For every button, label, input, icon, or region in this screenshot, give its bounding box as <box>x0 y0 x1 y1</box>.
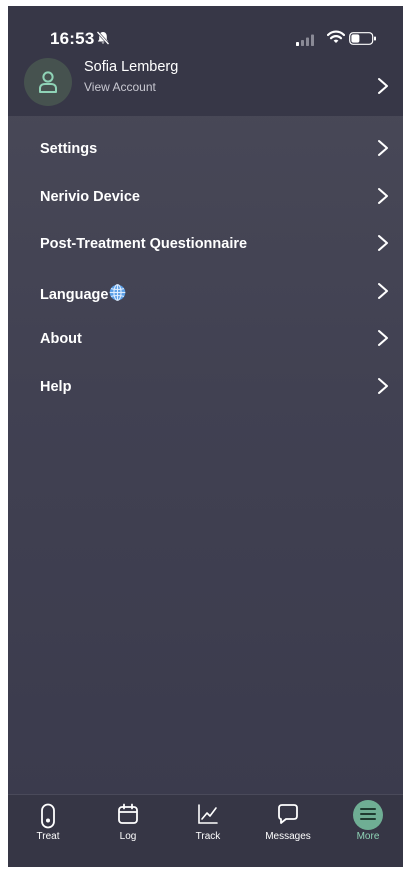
view-account-row[interactable]: Sofia Lemberg View Account <box>8 56 403 112</box>
header: 16:53 Sofia Lemberg View Account <box>8 6 403 116</box>
tab-label: More <box>356 831 380 842</box>
chevron-right-icon <box>377 234 389 257</box>
menu-item-post-treatment-questionnaire[interactable]: Post-Treatment Questionnaire <box>8 221 403 269</box>
battery-icon <box>349 32 377 50</box>
bell-slash-icon <box>95 30 111 51</box>
menu-item-nerivio-device[interactable]: Nerivio Device <box>8 174 403 222</box>
calendar-icon <box>117 803 139 830</box>
chevron-right-icon <box>377 139 389 162</box>
account-name: Sofia Lemberg <box>84 59 179 75</box>
status-time: 16:53 <box>50 29 95 48</box>
menu-item-settings[interactable]: Settings <box>8 126 403 174</box>
wifi-icon <box>326 30 346 49</box>
menu-item-label: Language <box>40 286 109 303</box>
menu-item-label: Help <box>40 378 72 395</box>
more-menu: Settings Nerivio Device Post-Treatment Q… <box>8 126 403 411</box>
chevron-right-icon <box>377 77 389 100</box>
menu-item-label: Post-Treatment Questionnaire <box>40 236 248 252</box>
app-screen: 16:53 Sofia Lemberg View Account Setting… <box>8 6 403 867</box>
tab-label: Messages <box>265 831 311 842</box>
device-icon <box>40 803 56 834</box>
menu-item-label: Settings <box>40 141 98 157</box>
tab-log[interactable]: Log <box>93 795 163 855</box>
tab-label: Treat <box>36 831 60 842</box>
tab-label: Log <box>119 831 137 842</box>
tab-track[interactable]: Track <box>173 795 243 855</box>
menu-item-help[interactable]: Help <box>8 364 403 412</box>
signal-icon <box>296 33 316 51</box>
chevron-right-icon <box>377 329 389 352</box>
tab-more[interactable]: More <box>333 795 403 855</box>
chat-bubble-icon <box>277 803 299 830</box>
tab-label: Track <box>195 831 221 842</box>
menu-lines-icon <box>360 807 376 826</box>
status-bar: 16:53 <box>8 6 403 50</box>
avatar <box>24 58 72 106</box>
chevron-right-icon <box>377 282 389 305</box>
globe-icon <box>109 283 126 305</box>
menu-item-label: Nerivio Device <box>40 188 140 205</box>
tab-bar: Treat Log Track Messages More <box>8 794 403 867</box>
chevron-right-icon <box>377 377 389 400</box>
menu-item-label: About <box>40 331 82 347</box>
view-account-link[interactable]: View Account <box>84 80 156 94</box>
tab-treat[interactable]: Treat <box>13 795 83 855</box>
menu-item-language[interactable]: Language <box>8 269 403 317</box>
tab-messages[interactable]: Messages <box>253 795 323 855</box>
menu-item-about[interactable]: About <box>8 316 403 364</box>
chart-icon <box>197 803 219 830</box>
user-icon <box>39 71 57 93</box>
chevron-right-icon <box>377 187 389 210</box>
